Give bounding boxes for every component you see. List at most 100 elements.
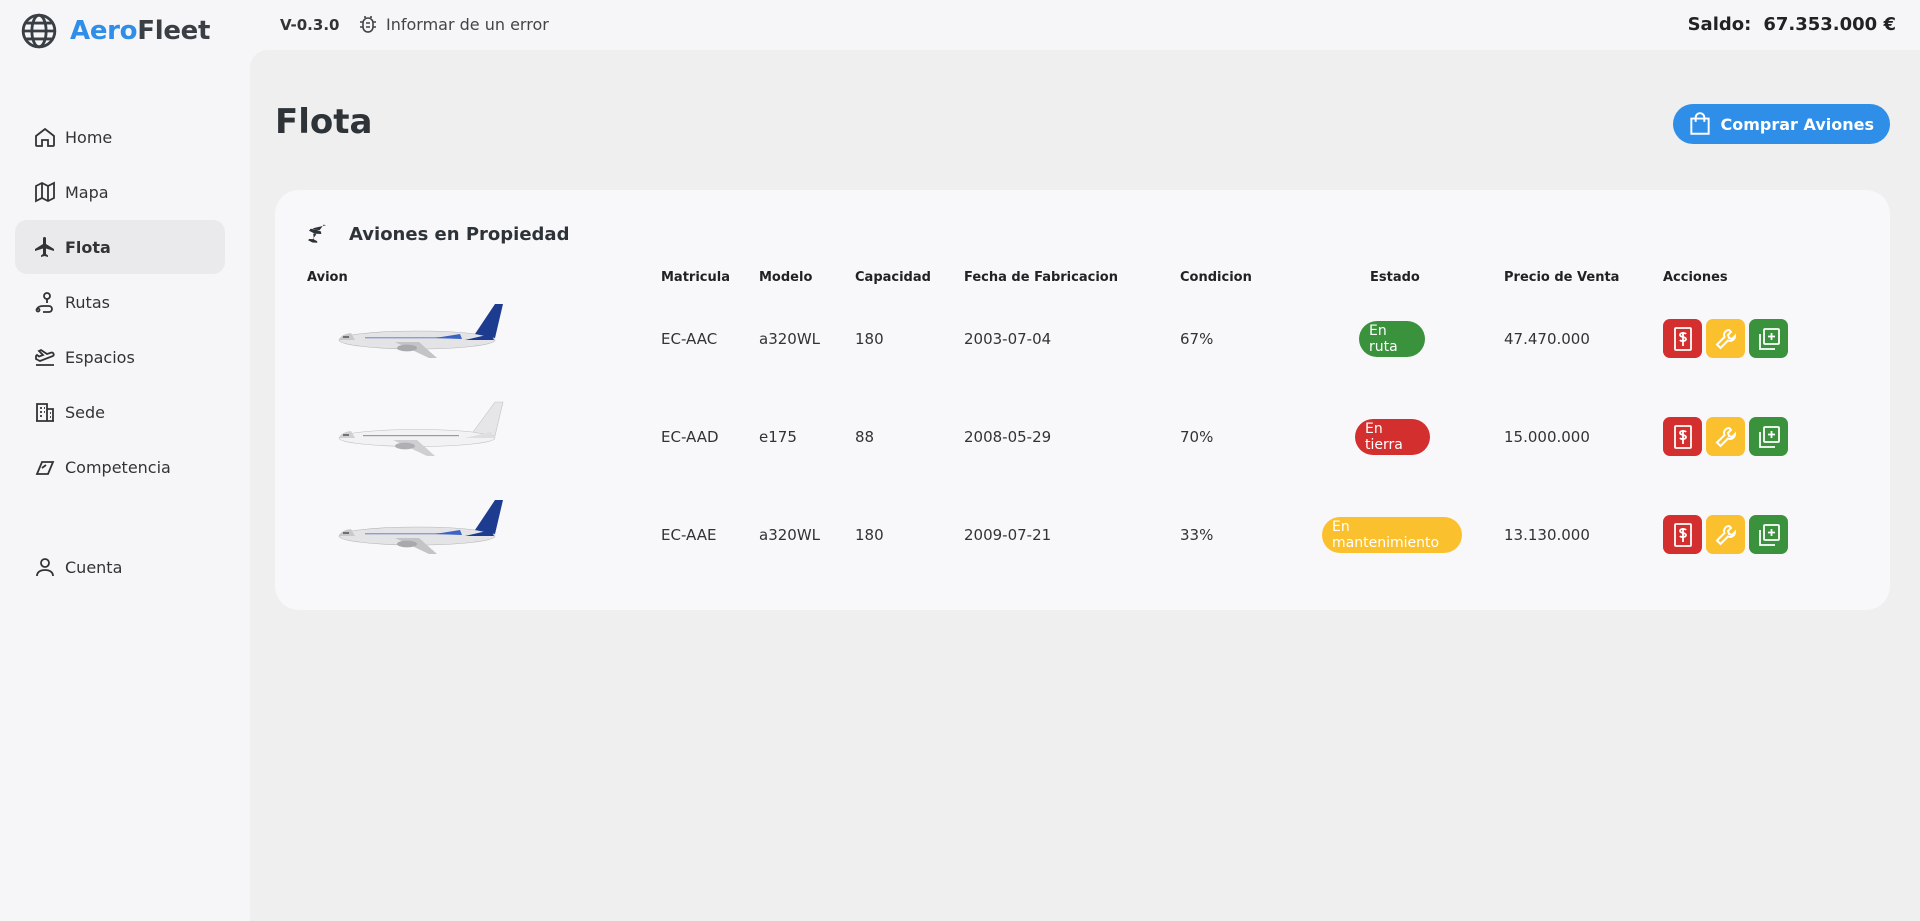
page-title: Flota xyxy=(275,102,373,142)
report-error-link[interactable]: Informar de un error xyxy=(356,12,549,36)
row-actions xyxy=(1663,417,1792,456)
add-icon xyxy=(1758,327,1780,350)
cell-fecha: 2003-07-04 xyxy=(964,330,1052,348)
cell-capacidad: 180 xyxy=(855,526,884,544)
status-badge: En ruta xyxy=(1359,321,1425,357)
cell-matricula: EC-AAD xyxy=(661,428,719,446)
col-header-estado: Estado xyxy=(1370,270,1420,285)
sidebar-item-flota[interactable]: Flota xyxy=(15,220,225,274)
sell-icon xyxy=(1673,522,1692,547)
cell-capacidad: 180 xyxy=(855,330,884,348)
repair-icon xyxy=(1715,328,1736,349)
balance: Saldo: 67.353.000 € xyxy=(1688,14,1896,35)
repair-button[interactable] xyxy=(1706,319,1745,358)
cell-modelo: e175 xyxy=(759,428,797,446)
globe-icon xyxy=(21,13,57,49)
cell-modelo: a320WL xyxy=(759,330,821,348)
route-icon xyxy=(35,292,53,313)
col-header-acciones: Acciones xyxy=(1663,270,1728,285)
add-icon xyxy=(1758,523,1780,546)
owned-planes-card: Aviones en Propiedad Avion Matricula Mod… xyxy=(275,190,1890,610)
logo-aero: Aero xyxy=(70,16,138,46)
cell-modelo: a320WL xyxy=(759,526,821,544)
home-icon xyxy=(35,127,55,147)
sidebar-item-espacios[interactable]: Espacios xyxy=(15,330,225,384)
table-row: EC-AAC a320WL 180 2003-07-04 67% En ruta… xyxy=(275,290,1890,388)
repair-button[interactable] xyxy=(1706,515,1745,554)
cell-condicion: 33% xyxy=(1180,526,1214,544)
buy-planes-label: Comprar Aviones xyxy=(1720,114,1875,134)
status-badge: En mantenimiento xyxy=(1322,517,1462,553)
sidebar-item-label: Home xyxy=(65,127,113,147)
top-bar: AeroFleet V-0.3.0 Informar de un error S… xyxy=(0,0,1920,50)
add-button[interactable] xyxy=(1749,319,1788,358)
sidebar-item-label: Sede xyxy=(65,402,105,422)
sell-button[interactable] xyxy=(1663,319,1702,358)
sell-icon xyxy=(1673,326,1692,351)
plane-image xyxy=(338,401,504,456)
plane-image xyxy=(338,500,503,554)
row-actions xyxy=(1663,319,1792,358)
sidebar-item-mapa[interactable]: Mapa xyxy=(15,165,225,219)
sell-button[interactable] xyxy=(1663,515,1702,554)
balance-value: 67.353.000 € xyxy=(1763,14,1896,35)
card-title-label: Aviones en Propiedad xyxy=(349,223,570,245)
cell-matricula: EC-AAC xyxy=(661,330,718,348)
user-icon xyxy=(36,558,54,577)
sell-button[interactable] xyxy=(1663,417,1702,456)
cell-precio: 15.000.000 xyxy=(1504,428,1590,446)
col-header-precio: Precio de Venta xyxy=(1504,270,1620,285)
plane-icon xyxy=(308,224,327,243)
col-header-capacidad: Capacidad xyxy=(855,270,931,285)
competition-icon xyxy=(35,461,55,475)
version-label: V-0.3.0 xyxy=(280,16,340,34)
cell-condicion: 67% xyxy=(1180,330,1214,348)
main-content: Flota Comprar Aviones Aviones en Propied… xyxy=(250,50,1920,921)
logo[interactable]: AeroFleet xyxy=(20,12,210,50)
takeoff-icon xyxy=(35,348,55,366)
shopping-bag-icon xyxy=(1689,112,1710,135)
sidebar-item-sede[interactable]: Sede xyxy=(15,385,225,439)
plane-icon xyxy=(35,237,54,257)
sidebar-item-label: Espacios xyxy=(65,347,135,367)
cell-fecha: 2009-07-21 xyxy=(964,526,1052,544)
sidebar: Home Mapa Flota Rutas Espacios Sede Comp… xyxy=(0,50,250,921)
balance-label: Saldo: xyxy=(1687,14,1752,35)
sidebar-item-home[interactable]: Home xyxy=(15,110,225,164)
report-error-label: Informar de un error xyxy=(386,14,549,34)
cell-fecha: 2008-05-29 xyxy=(964,428,1052,446)
card-title: Aviones en Propiedad xyxy=(305,220,569,248)
cell-precio: 13.130.000 xyxy=(1504,526,1590,544)
sidebar-item-cuenta[interactable]: Cuenta xyxy=(15,540,225,594)
row-actions xyxy=(1663,515,1792,554)
col-header-fecha: Fecha de Fabricacion xyxy=(964,270,1118,285)
logo-fleet: Fleet xyxy=(137,16,211,46)
building-icon xyxy=(36,403,54,422)
add-button[interactable] xyxy=(1749,515,1788,554)
cell-matricula: EC-AAE xyxy=(661,526,717,544)
cell-precio: 47.470.000 xyxy=(1504,330,1590,348)
table-row: EC-AAD e175 88 2008-05-29 70% En tierra … xyxy=(275,388,1890,486)
col-header-modelo: Modelo xyxy=(759,270,813,285)
repair-button[interactable] xyxy=(1706,417,1745,456)
add-button[interactable] xyxy=(1749,417,1788,456)
bug-icon xyxy=(360,16,376,33)
cell-condicion: 70% xyxy=(1180,428,1214,446)
repair-icon xyxy=(1715,524,1736,545)
sidebar-item-competencia[interactable]: Competencia xyxy=(15,440,225,494)
sell-icon xyxy=(1673,424,1692,449)
sidebar-item-label: Flota xyxy=(65,237,111,257)
sidebar-item-label: Rutas xyxy=(65,292,110,312)
col-header-matricula: Matricula xyxy=(661,270,730,285)
sidebar-item-label: Mapa xyxy=(65,182,109,202)
sidebar-item-rutas[interactable]: Rutas xyxy=(15,275,225,329)
logo-text: AeroFleet xyxy=(70,16,210,46)
add-icon xyxy=(1758,425,1780,448)
plane-image xyxy=(338,304,503,358)
buy-planes-button[interactable]: Comprar Aviones xyxy=(1672,104,1890,144)
map-icon xyxy=(35,181,55,203)
col-header-condicion: Condicion xyxy=(1180,270,1252,285)
repair-icon xyxy=(1715,426,1736,447)
sidebar-item-label: Cuenta xyxy=(65,557,123,577)
cell-capacidad: 88 xyxy=(855,428,875,446)
